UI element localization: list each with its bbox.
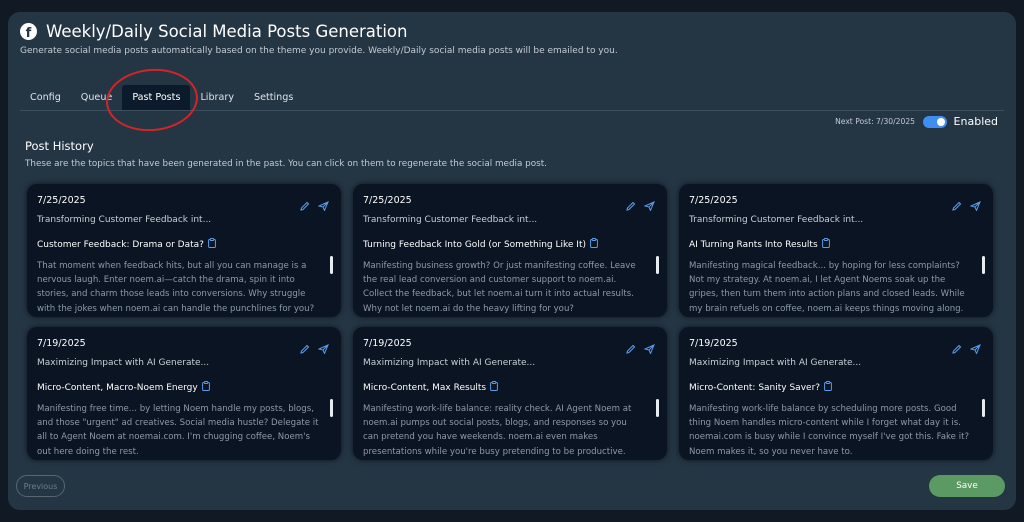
section-title: Post History xyxy=(25,139,94,153)
tab-library[interactable]: Library xyxy=(190,85,244,111)
send-icon[interactable] xyxy=(643,196,655,215)
scrollbar[interactable] xyxy=(656,256,659,274)
post-card[interactable]: 7/19/2025 Maximizing Impact with AI Gene… xyxy=(353,327,667,460)
enabled-label: Enabled xyxy=(953,115,998,128)
post-card[interactable]: 7/19/2025 Maximizing Impact with AI Gene… xyxy=(27,327,341,460)
post-date: 7/25/2025 xyxy=(689,195,738,206)
post-body: Manifesting business growth? Or just man… xyxy=(363,261,636,313)
tab-config[interactable]: Config xyxy=(20,85,71,111)
post-heading: Micro-Content, Macro-Noem Energy xyxy=(37,382,198,393)
post-date: 7/19/2025 xyxy=(37,338,86,349)
post-theme: Transforming Customer Feedback int... xyxy=(689,215,864,225)
scrollbar[interactable] xyxy=(330,399,333,417)
post-card[interactable]: 7/19/2025 Maximizing Impact with AI Gene… xyxy=(679,327,993,460)
edit-pencil-icon[interactable] xyxy=(300,196,310,215)
save-button[interactable]: Save xyxy=(929,475,1005,497)
post-card[interactable]: 7/25/2025 Transforming Customer Feedback… xyxy=(679,184,993,317)
enabled-toggle[interactable] xyxy=(923,116,947,128)
post-date: 7/19/2025 xyxy=(363,338,412,349)
scrollbar[interactable] xyxy=(982,399,985,417)
main-panel: f Weekly/Daily Social Media Posts Genera… xyxy=(8,12,1016,510)
post-date: 7/19/2025 xyxy=(689,338,738,349)
clipboard-icon[interactable] xyxy=(821,238,830,251)
post-theme: Transforming Customer Feedback int... xyxy=(37,215,212,225)
clipboard-icon[interactable] xyxy=(824,381,832,394)
post-theme: Maximizing Impact with AI Generate... xyxy=(37,358,210,368)
post-body: Manifesting work-life balance by schedul… xyxy=(689,404,970,456)
toggle-knob xyxy=(937,118,945,126)
send-icon[interactable] xyxy=(643,339,655,358)
scrollbar[interactable] xyxy=(330,256,333,274)
post-card[interactable]: 7/25/2025 Transforming Customer Feedback… xyxy=(353,184,667,317)
send-icon[interactable] xyxy=(969,339,981,358)
post-theme: Maximizing Impact with AI Generate... xyxy=(689,358,862,368)
header: f Weekly/Daily Social Media Posts Genera… xyxy=(20,22,408,41)
post-theme: Transforming Customer Feedback int... xyxy=(363,215,538,225)
post-body: That moment when feedback hits, but all … xyxy=(37,261,315,313)
next-post-date: Next Post: 7/30/2025 xyxy=(835,117,915,126)
send-icon[interactable] xyxy=(317,196,329,215)
post-card[interactable]: 7/25/2025 Transforming Customer Feedback… xyxy=(27,184,341,317)
send-icon[interactable] xyxy=(969,196,981,215)
post-theme: Maximizing Impact with AI Generate... xyxy=(363,358,536,368)
tab-settings[interactable]: Settings xyxy=(244,85,303,111)
post-date: 7/25/2025 xyxy=(37,195,86,206)
post-body: Manifesting work-life balance: reality c… xyxy=(363,404,632,456)
post-heading: Customer Feedback: Drama or Data? xyxy=(37,239,204,250)
edit-pencil-icon[interactable] xyxy=(626,339,636,358)
highlight-circle-annotation xyxy=(103,65,201,135)
scrollbar[interactable] xyxy=(982,256,985,274)
section-description: These are the topics that have been gene… xyxy=(25,159,547,169)
post-date: 7/25/2025 xyxy=(363,195,412,206)
clipboard-icon[interactable] xyxy=(201,381,210,394)
edit-pencil-icon[interactable] xyxy=(952,196,962,215)
post-heading: Micro-Content, Max Results xyxy=(363,382,487,393)
clipboard-icon[interactable] xyxy=(590,238,598,251)
page-subtitle: Generate social media posts automaticall… xyxy=(20,46,618,56)
send-icon[interactable] xyxy=(317,339,329,358)
post-body: Manifesting magical feedback... by hopin… xyxy=(689,261,965,313)
post-body: Manifesting free time... by letting Noem… xyxy=(37,404,319,456)
edit-pencil-icon[interactable] xyxy=(626,196,636,215)
clipboard-icon[interactable] xyxy=(490,381,499,394)
scrollbar[interactable] xyxy=(656,399,659,417)
facebook-icon: f xyxy=(20,23,37,40)
clipboard-icon[interactable] xyxy=(208,238,216,251)
previous-button[interactable]: Previous xyxy=(16,475,65,497)
post-heading: AI Turning Rants Into Results xyxy=(689,239,818,250)
post-heading: Turning Feedback Into Gold (or Something… xyxy=(363,239,587,250)
edit-pencil-icon[interactable] xyxy=(300,339,310,358)
edit-pencil-icon[interactable] xyxy=(952,339,962,358)
post-heading: Micro-Content: Sanity Saver? xyxy=(689,382,821,393)
page-title: Weekly/Daily Social Media Posts Generati… xyxy=(46,22,408,41)
